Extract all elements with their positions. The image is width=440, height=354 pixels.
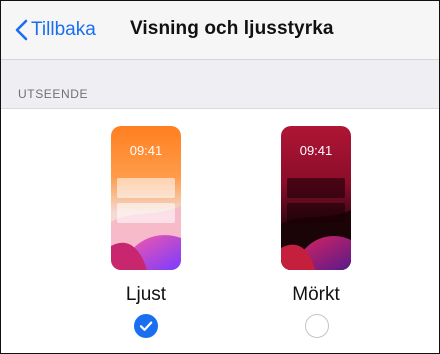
- dark-option-label[interactable]: Mörkt: [271, 284, 361, 306]
- navigation-bar: Tillbaka Visning och ljusstyrka: [1, 1, 439, 60]
- light-preview-time: 09:41: [129, 143, 163, 158]
- section-header: UTSEENDE: [18, 87, 89, 101]
- section-background: [1, 60, 439, 109]
- page-title: Visning och ljusstyrka: [130, 18, 334, 39]
- light-option-label[interactable]: Ljust: [101, 284, 191, 306]
- back-button[interactable]: Tillbaka: [15, 15, 96, 45]
- chevron-left-icon: [15, 19, 28, 41]
- back-label: Tillbaka: [31, 19, 96, 40]
- dark-unselected-radio[interactable]: [305, 314, 329, 338]
- light-mode-preview[interactable]: 09:41: [111, 126, 181, 270]
- light-selected-radio[interactable]: [134, 314, 158, 338]
- checkmark-icon: [139, 321, 153, 331]
- display-brightness-screen: Tillbaka Visning och ljusstyrka UTSEENDE: [0, 0, 440, 354]
- dark-mode-preview[interactable]: 09:41: [281, 126, 351, 270]
- dark-preview-time: 09:41: [299, 143, 333, 158]
